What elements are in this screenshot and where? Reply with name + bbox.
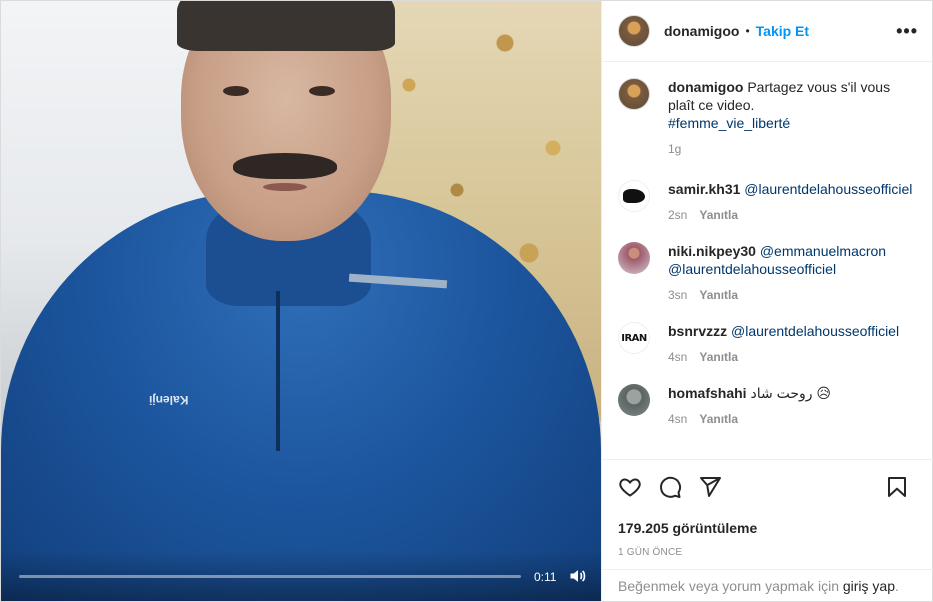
avatar[interactable] [618, 15, 650, 47]
comment-username[interactable]: homafshahi [668, 385, 747, 401]
comments-section: donamigoo Partagez vous s'il vous plaît … [602, 62, 932, 458]
comment-time: 2sn [668, 208, 688, 222]
post-side-panel: donamigoo • Takip Et ••• donamigoo Parta… [601, 1, 933, 601]
comment-mention[interactable]: @laurentdelahousseofficiel [744, 181, 912, 197]
instagram-post: Kalenji 0:11 donamigoo • Takip Et ••• do… [0, 0, 933, 602]
post-date: 1 GÜN ÖNCE [618, 547, 683, 558]
video-controls: 0:11 [1, 551, 601, 601]
video-person: Kalenji [1, 1, 601, 601]
speaker-icon[interactable] [568, 566, 588, 586]
bookmark-icon[interactable] [885, 475, 909, 499]
reply-button[interactable]: Yanıtla [699, 286, 738, 304]
comment-time: 3sn [668, 288, 688, 302]
avatar[interactable] [618, 180, 650, 212]
caption: donamigoo Partagez vous s'il vous plaît … [618, 78, 916, 158]
caption-time: 1g [668, 142, 682, 156]
video-player[interactable]: Kalenji 0:11 [1, 1, 601, 601]
comment-text: روحت شاد 😥 [750, 385, 831, 401]
post-actions: 179.205 görüntüleme 1 GÜN ÖNCE [602, 459, 933, 558]
comment-row: niki.nikpey30 @emmanuelmacron @laurentde… [618, 242, 916, 304]
comment-time: 4sn [668, 350, 688, 364]
caption-username[interactable]: donamigoo [668, 79, 743, 95]
caption-hashtag[interactable]: #femme_vie_liberté [668, 115, 790, 131]
follow-button[interactable]: Takip Et [756, 23, 809, 39]
comment-username[interactable]: bsnrvzzz [668, 323, 727, 339]
post-header: donamigoo • Takip Et ••• [602, 1, 932, 62]
comment-username[interactable]: samir.kh31 [668, 181, 740, 197]
reply-button[interactable]: Yanıtla [699, 410, 738, 428]
comment-icon[interactable] [658, 475, 682, 499]
comment-username[interactable]: niki.nikpey30 [668, 243, 756, 259]
login-prompt-text: Beğenmek veya yorum yapmak için [618, 578, 843, 594]
avatar[interactable] [618, 242, 650, 274]
header-separator: • [745, 24, 750, 38]
jacket-logo: Kalenji [149, 393, 189, 407]
video-time: 0:11 [534, 570, 557, 584]
login-prompt: Beğenmek veya yorum yapmak için giriş ya… [602, 569, 933, 601]
avatar[interactable]: IRAN [618, 322, 650, 354]
avatar[interactable] [618, 78, 650, 110]
reply-button[interactable]: Yanıtla [699, 206, 738, 224]
more-options-icon[interactable]: ••• [896, 21, 918, 42]
comment-mention[interactable]: @emmanuelmacron [760, 243, 886, 259]
comment-row: homafshahi روحت شاد 😥 4sn Yanıtla [618, 384, 916, 428]
comment-mention[interactable]: @laurentdelahousseofficiel [731, 323, 899, 339]
login-link[interactable]: giriş yap [843, 578, 895, 594]
share-icon[interactable] [698, 475, 722, 499]
comment-row: IRAN bsnrvzzz @laurentdelahousseofficiel… [618, 322, 916, 366]
comment-mention-2[interactable]: @laurentdelahousseofficiel [668, 261, 836, 277]
caption-text-line2: plaît ce video. [668, 97, 755, 113]
comment-time: 4sn [668, 412, 688, 426]
login-suffix: . [895, 578, 899, 594]
reply-button[interactable]: Yanıtla [699, 348, 738, 366]
avatar[interactable] [618, 384, 650, 416]
heart-icon[interactable] [618, 475, 642, 499]
view-count[interactable]: 179.205 görüntüleme [618, 520, 917, 536]
video-progress-bar[interactable] [19, 575, 521, 578]
caption-text-line1: Partagez vous s'il vous [747, 79, 891, 95]
action-icons [618, 472, 917, 502]
header-username[interactable]: donamigoo [664, 23, 739, 39]
comment-row: samir.kh31 @laurentdelahousseofficiel 2s… [618, 180, 916, 224]
